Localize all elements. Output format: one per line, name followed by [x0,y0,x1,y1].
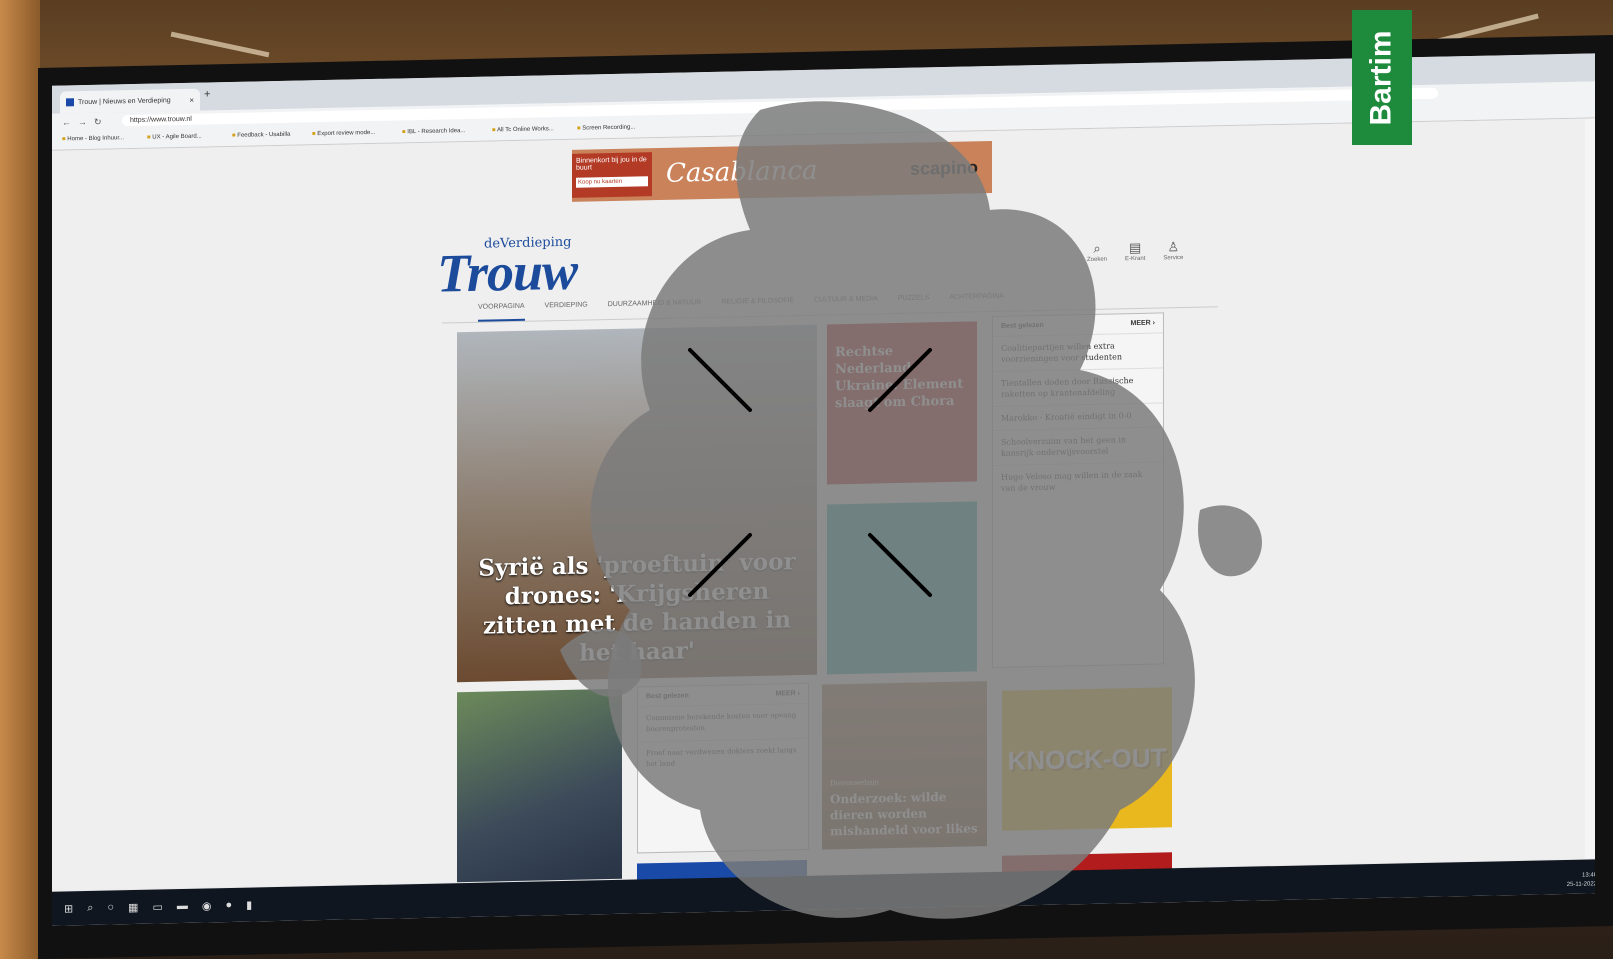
list-item[interactable]: Tientallen doden door Russische raketten… [993,367,1163,406]
app-icon[interactable]: ▭ [152,900,162,913]
browser-tab[interactable]: Trouw | Nieuws en Verdieping × [60,88,200,114]
watermark-badge: Bartim [1352,10,1412,145]
bookmark-item[interactable]: Feedback - Usabilla [232,132,290,139]
ad-sponsor: scapino [909,156,978,179]
more-link[interactable]: MEER › [1131,320,1156,328]
article-card-photo[interactable] [457,688,622,883]
header-action-label: E-Krant [1125,255,1146,263]
watermark-text: Bartim [1365,29,1398,126]
nav-item[interactable]: VOORPAGINA [478,302,525,322]
more-link[interactable]: MEER › [776,690,801,698]
article-card-animals[interactable]: Dierenwelzijn Onderzoek: wilde dieren wo… [822,681,987,850]
list-item[interactable]: Proef naar verdwenen dokters zoekt langs… [638,737,808,777]
site-logo[interactable]: Trouw [437,240,577,305]
hero-title: Syrië als 'proeftuin' voor drones: 'Krij… [478,548,796,667]
panel-heading: Best gelezen [1001,321,1044,330]
header-action-search[interactable]: ⌕ Zoeken [1087,241,1107,263]
nav-item[interactable]: ACHTERPAGINA [949,293,1004,312]
ad-banner[interactable]: Binnenkort bij jou in de buurt Koop nu k… [572,141,992,202]
system-clock[interactable]: 13:46 25-11-2022 [1567,871,1595,890]
panel-heading: Best gelezen [646,692,689,701]
forward-icon[interactable]: → [78,117,87,127]
ad-text: Binnenkort bij jou in de buurt [576,156,647,172]
header-action-service[interactable]: ♙ Service [1163,239,1183,261]
bookmark-item[interactable]: Export review mode... [312,130,375,137]
favicon-icon [66,98,74,107]
nav-item[interactable]: PUZZELS [898,294,930,313]
close-icon[interactable]: × [189,95,194,104]
reload-icon[interactable]: ↻ [94,117,102,128]
app-icon[interactable]: ▮ [246,898,252,911]
header-action-ekrant[interactable]: ▤ E-Krant [1125,240,1145,262]
search-icon[interactable]: ⌕ [87,901,93,914]
article-card-red[interactable]: Rechtse Nederland Ukraine: Element slaag… [827,321,977,485]
nav-item[interactable]: CULTUUR & MEDIA [814,295,878,314]
ad-panel: Binnenkort bij jou in de buurt Koop nu k… [572,152,652,198]
ad-button[interactable]: Koop nu kaarten [576,176,648,188]
list-item[interactable]: Schoolverzuim van het geen in kansrijk o… [993,426,1163,465]
start-icon[interactable]: ⊞ [64,902,73,915]
chrome-icon[interactable]: ◉ [202,899,212,912]
article-title: Rechtse Nederland Ukraine: Element slaag… [835,344,964,412]
article-card-teal[interactable] [827,501,977,675]
header-actions: ⌕ Zoeken ▤ E-Krant ♙ Service [1087,239,1183,263]
article-title: Onderzoek: wilde dieren worden mishandel… [830,789,978,839]
bookmark-item[interactable]: Home - Blog Inhuur... [62,135,124,142]
ceiling-light [170,31,270,58]
tab-title: Trouw | Nieuws en Verdieping [78,96,171,106]
web-page: Binnenkort bij jou in de buurt Koop nu k… [52,118,1595,891]
bookmark-item[interactable]: UX - Agile Board... [147,134,201,141]
hero-article[interactable]: Syrië als 'proeftuin' voor drones: 'Krij… [457,324,817,683]
bookmark-item[interactable]: Screen Recording... [577,124,635,131]
bookmark-item[interactable]: All Tc Online Works... [492,126,554,133]
header-action-label: Service [1163,255,1184,262]
list-item[interactable]: Commissie berekende kosten voor opvang b… [638,702,808,742]
promo-card[interactable]: KNOCK-OUT [1002,687,1172,831]
app-icon[interactable]: ● [225,899,232,911]
nav-item[interactable]: VERDIEPING [545,301,588,320]
folder-icon[interactable]: ▬ [177,900,188,912]
list-item[interactable]: Coalitiepartijen willen extra voorzienin… [993,332,1163,371]
wall [0,0,40,959]
nav-item[interactable]: DUURZAAMHEID & NATUUR [608,299,702,319]
header-action-label: Zoeken [1087,256,1108,264]
list-item[interactable]: Marokko - Kroatië eindigt in 0-0 [993,402,1163,430]
monitor: Trouw | Nieuws en Verdieping × + ← → ↻ h… [38,35,1613,959]
list-item[interactable]: Hugo Veloso mag willen in de zaak van de… [993,461,1163,500]
search-icon: ⌕ [1093,240,1101,256]
promo-title: KNOCK-OUT [1007,741,1167,776]
task-view-icon[interactable]: ▦ [128,900,138,913]
best-read-panel: Best gelezen MEER › Commissie berekende … [637,682,809,854]
newspaper-icon: ▤ [1129,239,1142,256]
most-read-panel: Best gelezen MEER › Coalitiepartijen wil… [992,312,1164,669]
nav-item[interactable]: RELIGIE & FILOSOFIE [721,297,794,317]
screen: Trouw | Nieuws en Verdieping × + ← → ↻ h… [52,53,1595,926]
cortana-icon[interactable]: ○ [107,901,114,913]
back-icon[interactable]: ← [62,117,71,127]
ad-brand: Casablanca [666,155,818,189]
new-tab-button[interactable]: + [204,88,210,100]
scrollbar[interactable] [1585,118,1595,859]
user-icon: ♙ [1167,239,1180,255]
clock-date: 25-11-2022 [1566,881,1595,888]
bookmark-item[interactable]: IBL - Research Idea... [402,128,465,135]
